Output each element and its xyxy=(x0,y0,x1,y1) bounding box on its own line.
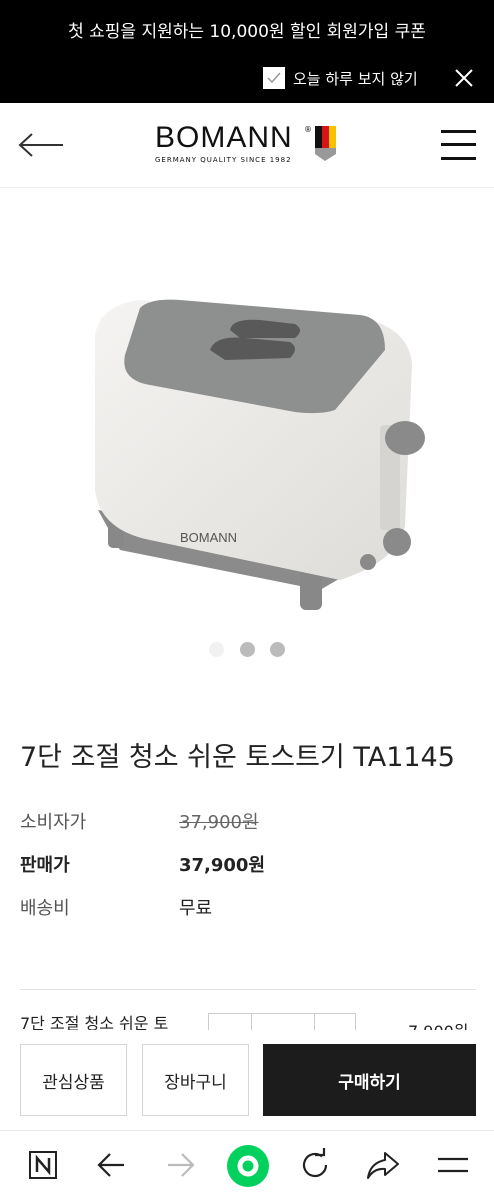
optout-label[interactable]: 오늘 하루 보지 않기 xyxy=(293,68,418,89)
menu-icon[interactable] xyxy=(435,1147,471,1183)
consumer-price-label: 소비자가 xyxy=(20,812,87,833)
shipping-label: 배송비 xyxy=(20,898,70,919)
shipping-value: 무료 xyxy=(179,898,213,919)
close-icon[interactable] xyxy=(452,66,476,90)
gallery-dot-2[interactable] xyxy=(240,642,255,657)
divider xyxy=(20,989,476,990)
shipping-row: 배송비 무료 xyxy=(20,894,480,924)
naver-n-icon[interactable] xyxy=(26,1147,62,1183)
toaster-image: BOMANN xyxy=(95,299,425,610)
logo-tagline: GERMANY QUALITY SINCE 1982 xyxy=(155,156,292,164)
brand-logo[interactable]: BOMANN ® GERMANY QUALITY SINCE 1982 xyxy=(152,121,342,173)
check-icon xyxy=(267,72,281,84)
promo-text: 첫 쇼핑을 지원하는 10,000원 할인 회원가입 쿠폰 xyxy=(68,22,426,42)
gallery-dot-1[interactable] xyxy=(209,642,224,657)
sale-price-value: 37,900원 xyxy=(179,855,266,876)
site-header: BOMANN ® GERMANY QUALITY SINCE 1982 xyxy=(0,103,494,188)
action-bar: 관심상품 장바구니 구매하기 xyxy=(0,1030,494,1130)
gallery-pagination xyxy=(0,642,494,658)
germany-badge-icon xyxy=(315,126,336,161)
back-arrow-icon[interactable] xyxy=(94,1147,130,1183)
reload-icon[interactable] xyxy=(297,1147,333,1183)
consumer-price-row: 소비자가 37,900원 xyxy=(20,808,480,838)
back-arrow-icon[interactable] xyxy=(18,130,66,160)
browser-nav-bar xyxy=(0,1130,494,1200)
buy-now-button[interactable]: 구매하기 xyxy=(263,1044,476,1116)
product-image[interactable]: BOMANN xyxy=(0,190,494,635)
share-icon[interactable] xyxy=(365,1147,401,1183)
consumer-price-value: 37,900원 xyxy=(179,812,259,833)
forward-arrow-icon[interactable] xyxy=(163,1147,199,1183)
menu-icon[interactable] xyxy=(441,128,476,162)
registered-mark: ® xyxy=(304,125,312,134)
add-to-cart-button[interactable]: 장바구니 xyxy=(142,1044,249,1116)
logo-wordmark: BOMANN xyxy=(155,121,293,154)
gallery-dot-3[interactable] xyxy=(270,642,285,657)
product-title: 7단 조절 청소 쉬운 토스트기 TA1145 xyxy=(20,742,455,773)
sale-price-label: 판매가 xyxy=(20,855,70,876)
image-brand-text: BOMANN xyxy=(180,530,237,545)
home-circle-icon[interactable] xyxy=(226,1144,270,1188)
sale-price-row: 판매가 37,900원 xyxy=(20,851,480,881)
wishlist-button[interactable]: 관심상품 xyxy=(20,1044,127,1116)
optout-checkbox[interactable] xyxy=(263,67,285,89)
promo-banner: 첫 쇼핑을 지원하는 10,000원 할인 회원가입 쿠폰 오늘 하루 보지 않… xyxy=(0,0,494,103)
